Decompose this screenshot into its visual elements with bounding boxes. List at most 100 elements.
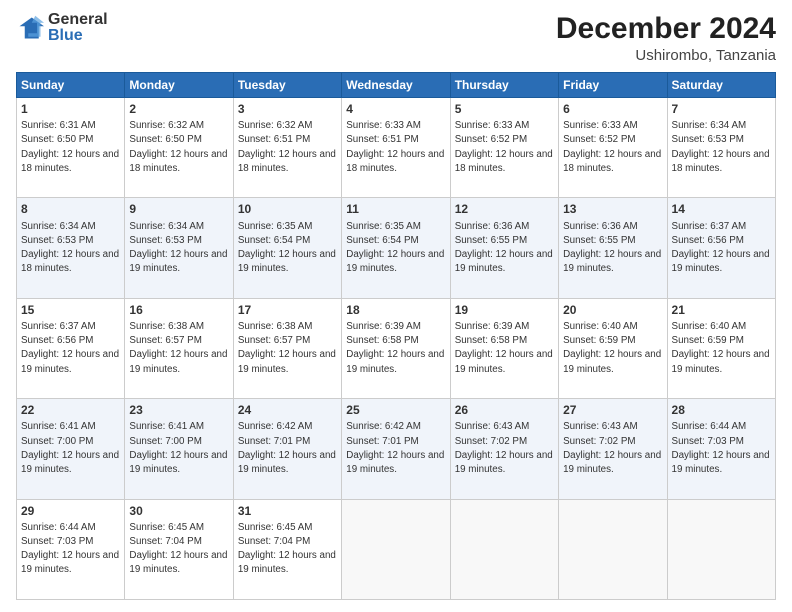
- day-sunset: Sunset: 6:51 PM: [346, 134, 418, 145]
- day-sunset: Sunset: 7:04 PM: [238, 536, 310, 547]
- calendar-cell: 2 Sunrise: 6:32 AM Sunset: 6:50 PM Dayli…: [125, 98, 233, 198]
- calendar-cell: 13 Sunrise: 6:36 AM Sunset: 6:55 PM Dayl…: [559, 198, 667, 298]
- day-number: 1: [21, 101, 120, 117]
- day-daylight: Daylight: 12 hours and 18 minutes.: [21, 249, 119, 274]
- day-number: 24: [238, 402, 337, 418]
- main-title: December 2024: [556, 12, 776, 45]
- calendar-cell: 8 Sunrise: 6:34 AM Sunset: 6:53 PM Dayli…: [17, 198, 125, 298]
- day-sunset: Sunset: 6:52 PM: [455, 134, 527, 145]
- day-sunset: Sunset: 6:56 PM: [672, 235, 744, 246]
- day-sunset: Sunset: 6:58 PM: [455, 335, 527, 346]
- day-daylight: Daylight: 12 hours and 19 minutes.: [346, 349, 444, 374]
- calendar-week-2: 8 Sunrise: 6:34 AM Sunset: 6:53 PM Dayli…: [17, 198, 776, 298]
- day-sunrise: Sunrise: 6:41 AM: [21, 421, 96, 432]
- day-sunset: Sunset: 7:00 PM: [129, 436, 201, 447]
- day-sunset: Sunset: 6:51 PM: [238, 134, 310, 145]
- day-daylight: Daylight: 12 hours and 19 minutes.: [129, 349, 227, 374]
- calendar-cell: 27 Sunrise: 6:43 AM Sunset: 7:02 PM Dayl…: [559, 399, 667, 499]
- day-daylight: Daylight: 12 hours and 19 minutes.: [672, 249, 770, 274]
- day-daylight: Daylight: 12 hours and 19 minutes.: [563, 450, 661, 475]
- day-daylight: Daylight: 12 hours and 18 minutes.: [21, 149, 119, 174]
- day-sunset: Sunset: 7:02 PM: [455, 436, 527, 447]
- calendar-cell: 19 Sunrise: 6:39 AM Sunset: 6:58 PM Dayl…: [450, 298, 558, 398]
- day-sunrise: Sunrise: 6:33 AM: [455, 120, 530, 131]
- day-daylight: Daylight: 12 hours and 19 minutes.: [21, 349, 119, 374]
- day-sunset: Sunset: 6:58 PM: [346, 335, 418, 346]
- day-daylight: Daylight: 12 hours and 18 minutes.: [563, 149, 661, 174]
- calendar-week-5: 29 Sunrise: 6:44 AM Sunset: 7:03 PM Dayl…: [17, 499, 776, 599]
- day-number: 22: [21, 402, 120, 418]
- calendar-cell: 24 Sunrise: 6:42 AM Sunset: 7:01 PM Dayl…: [233, 399, 341, 499]
- day-daylight: Daylight: 12 hours and 19 minutes.: [455, 450, 553, 475]
- day-number: 12: [455, 201, 554, 217]
- logo-icon: [16, 14, 44, 42]
- day-number: 11: [346, 201, 445, 217]
- day-sunrise: Sunrise: 6:45 AM: [238, 522, 313, 533]
- day-number: 16: [129, 302, 228, 318]
- day-daylight: Daylight: 12 hours and 19 minutes.: [672, 349, 770, 374]
- logo-blue-label: Blue: [48, 28, 108, 44]
- calendar-week-3: 15 Sunrise: 6:37 AM Sunset: 6:56 PM Dayl…: [17, 298, 776, 398]
- day-sunrise: Sunrise: 6:39 AM: [455, 321, 530, 332]
- day-daylight: Daylight: 12 hours and 19 minutes.: [129, 550, 227, 575]
- day-sunrise: Sunrise: 6:34 AM: [129, 221, 204, 232]
- calendar-cell: 6 Sunrise: 6:33 AM Sunset: 6:52 PM Dayli…: [559, 98, 667, 198]
- day-number: 10: [238, 201, 337, 217]
- day-sunrise: Sunrise: 6:31 AM: [21, 120, 96, 131]
- day-sunrise: Sunrise: 6:36 AM: [455, 221, 530, 232]
- calendar-week-1: 1 Sunrise: 6:31 AM Sunset: 6:50 PM Dayli…: [17, 98, 776, 198]
- day-sunrise: Sunrise: 6:36 AM: [563, 221, 638, 232]
- day-sunrise: Sunrise: 6:32 AM: [238, 120, 313, 131]
- day-sunrise: Sunrise: 6:32 AM: [129, 120, 204, 131]
- calendar-cell: 7 Sunrise: 6:34 AM Sunset: 6:53 PM Dayli…: [667, 98, 775, 198]
- page: General Blue December 2024 Ushirombo, Ta…: [0, 0, 792, 612]
- calendar-cell: 21 Sunrise: 6:40 AM Sunset: 6:59 PM Dayl…: [667, 298, 775, 398]
- calendar-cell: 1 Sunrise: 6:31 AM Sunset: 6:50 PM Dayli…: [17, 98, 125, 198]
- day-daylight: Daylight: 12 hours and 18 minutes.: [346, 149, 444, 174]
- day-sunrise: Sunrise: 6:37 AM: [21, 321, 96, 332]
- day-sunset: Sunset: 6:53 PM: [672, 134, 744, 145]
- col-thursday: Thursday: [450, 73, 558, 98]
- calendar-cell: 10 Sunrise: 6:35 AM Sunset: 6:54 PM Dayl…: [233, 198, 341, 298]
- day-sunset: Sunset: 7:00 PM: [21, 436, 93, 447]
- subtitle: Ushirombo, Tanzania: [556, 47, 776, 64]
- day-sunset: Sunset: 6:57 PM: [129, 335, 201, 346]
- day-daylight: Daylight: 12 hours and 19 minutes.: [238, 349, 336, 374]
- header: General Blue December 2024 Ushirombo, Ta…: [16, 12, 776, 64]
- calendar-cell: 14 Sunrise: 6:37 AM Sunset: 6:56 PM Dayl…: [667, 198, 775, 298]
- calendar-cell: 15 Sunrise: 6:37 AM Sunset: 6:56 PM Dayl…: [17, 298, 125, 398]
- day-sunrise: Sunrise: 6:40 AM: [672, 321, 747, 332]
- col-wednesday: Wednesday: [342, 73, 450, 98]
- day-number: 4: [346, 101, 445, 117]
- calendar-cell: 9 Sunrise: 6:34 AM Sunset: 6:53 PM Dayli…: [125, 198, 233, 298]
- day-daylight: Daylight: 12 hours and 18 minutes.: [455, 149, 553, 174]
- day-daylight: Daylight: 12 hours and 19 minutes.: [21, 550, 119, 575]
- col-saturday: Saturday: [667, 73, 775, 98]
- day-daylight: Daylight: 12 hours and 19 minutes.: [238, 450, 336, 475]
- day-sunrise: Sunrise: 6:38 AM: [129, 321, 204, 332]
- calendar-cell: 23 Sunrise: 6:41 AM Sunset: 7:00 PM Dayl…: [125, 399, 233, 499]
- day-number: 17: [238, 302, 337, 318]
- day-sunset: Sunset: 6:57 PM: [238, 335, 310, 346]
- calendar-cell: 12 Sunrise: 6:36 AM Sunset: 6:55 PM Dayl…: [450, 198, 558, 298]
- col-friday: Friday: [559, 73, 667, 98]
- day-sunrise: Sunrise: 6:33 AM: [563, 120, 638, 131]
- day-sunset: Sunset: 6:50 PM: [129, 134, 201, 145]
- day-sunset: Sunset: 6:50 PM: [21, 134, 93, 145]
- calendar-cell: 18 Sunrise: 6:39 AM Sunset: 6:58 PM Dayl…: [342, 298, 450, 398]
- calendar-header-row: Sunday Monday Tuesday Wednesday Thursday…: [17, 73, 776, 98]
- calendar-week-4: 22 Sunrise: 6:41 AM Sunset: 7:00 PM Dayl…: [17, 399, 776, 499]
- day-sunrise: Sunrise: 6:34 AM: [21, 221, 96, 232]
- calendar-cell: 31 Sunrise: 6:45 AM Sunset: 7:04 PM Dayl…: [233, 499, 341, 599]
- calendar-cell: 29 Sunrise: 6:44 AM Sunset: 7:03 PM Dayl…: [17, 499, 125, 599]
- calendar-cell: 17 Sunrise: 6:38 AM Sunset: 6:57 PM Dayl…: [233, 298, 341, 398]
- col-tuesday: Tuesday: [233, 73, 341, 98]
- calendar-cell: 20 Sunrise: 6:40 AM Sunset: 6:59 PM Dayl…: [559, 298, 667, 398]
- day-number: 13: [563, 201, 662, 217]
- day-number: 26: [455, 402, 554, 418]
- col-sunday: Sunday: [17, 73, 125, 98]
- day-number: 30: [129, 503, 228, 519]
- calendar-cell: [342, 499, 450, 599]
- day-daylight: Daylight: 12 hours and 19 minutes.: [455, 249, 553, 274]
- calendar-cell: 5 Sunrise: 6:33 AM Sunset: 6:52 PM Dayli…: [450, 98, 558, 198]
